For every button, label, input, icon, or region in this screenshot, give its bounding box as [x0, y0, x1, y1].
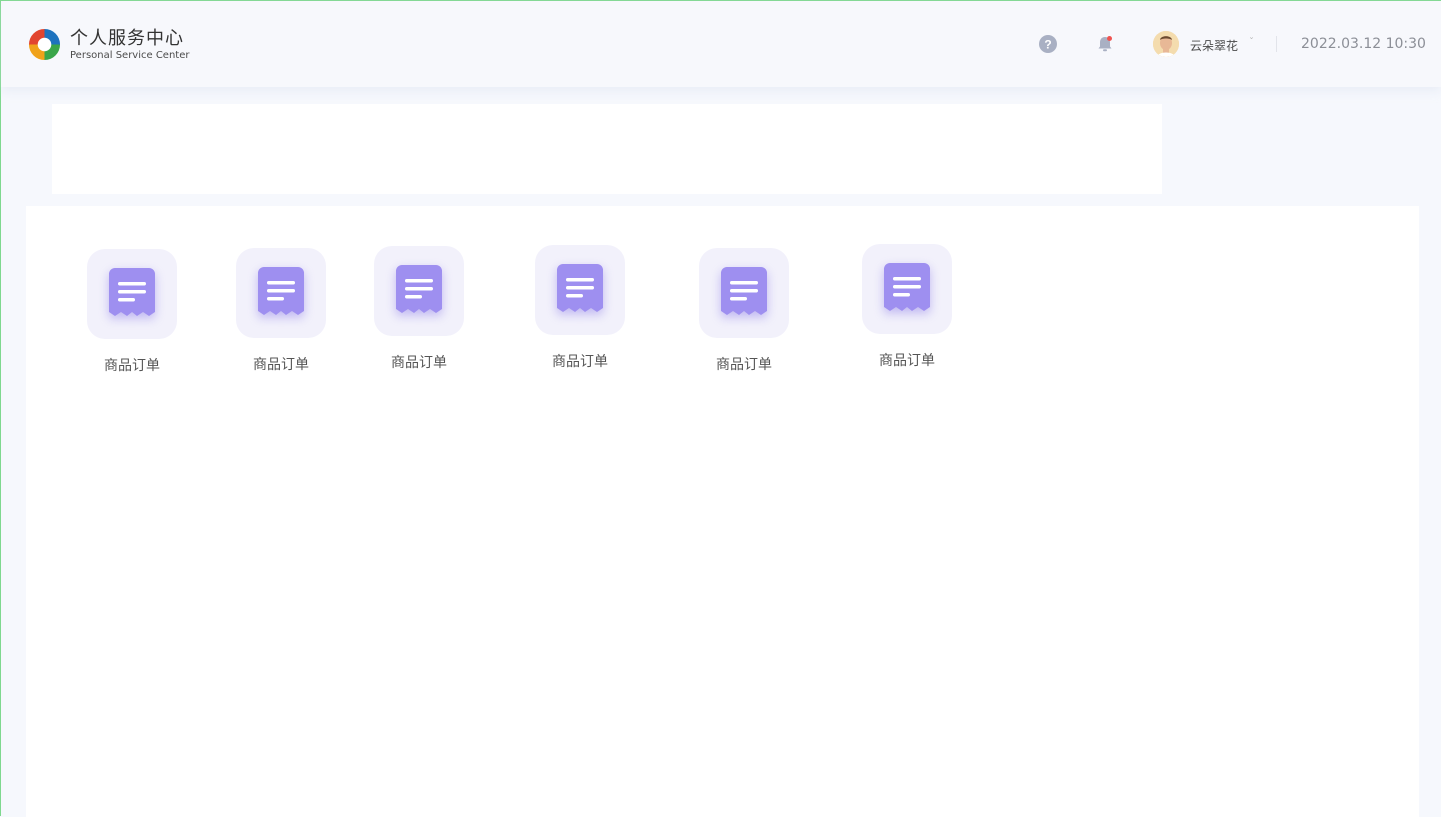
app-label: 商品订单: [391, 355, 447, 371]
app-item-product-order[interactable]: 商品订单: [87, 249, 177, 375]
chevron-down-icon[interactable]: ˇ: [1249, 37, 1254, 48]
avatar-image: [1153, 31, 1179, 57]
receipt-icon: [109, 268, 155, 316]
app-tile[interactable]: [862, 244, 952, 334]
receipt-icon: [557, 264, 603, 312]
app-label: 商品订单: [253, 357, 309, 373]
bell-icon[interactable]: [1096, 35, 1114, 53]
app-tile[interactable]: [535, 245, 625, 335]
datetime: 2022.03.12 10:30: [1301, 36, 1426, 52]
app-item-product-order[interactable]: 商品订单: [236, 248, 326, 374]
app-tile[interactable]: [699, 248, 789, 338]
app-item-product-order[interactable]: 商品订单: [862, 244, 952, 370]
logo-icon: [28, 28, 61, 61]
svg-text:?: ?: [1044, 38, 1051, 52]
app-title: 个人服务中心: [70, 28, 184, 49]
apps-panel: 商品订单 商品订单 商品订单 商品订单 商品订单 商品订单: [26, 206, 1419, 817]
divider: [1276, 36, 1277, 52]
username[interactable]: 云朵翠花: [1190, 37, 1238, 54]
app-label: 商品订单: [716, 357, 772, 373]
receipt-icon: [396, 265, 442, 313]
app-subtitle: Personal Service Center: [70, 50, 190, 61]
app-label: 商品订单: [879, 353, 935, 369]
receipt-icon: [884, 263, 930, 311]
app-item-product-order[interactable]: 商品订单: [374, 246, 464, 372]
app-tile[interactable]: [236, 248, 326, 338]
avatar[interactable]: [1153, 31, 1179, 57]
app-label: 商品订单: [552, 354, 608, 370]
receipt-icon: [258, 267, 304, 315]
app-label: 商品订单: [104, 358, 160, 374]
app-tile[interactable]: [374, 246, 464, 336]
help-icon[interactable]: ?: [1039, 35, 1057, 53]
app-tile[interactable]: [87, 249, 177, 339]
top-header: 个人服务中心 Personal Service Center ? 云朵翠花 ˇ …: [1, 1, 1441, 87]
banner-panel: [52, 104, 1162, 194]
app-item-product-order[interactable]: 商品订单: [699, 248, 789, 374]
receipt-icon: [721, 267, 767, 315]
app-item-product-order[interactable]: 商品订单: [535, 245, 625, 371]
